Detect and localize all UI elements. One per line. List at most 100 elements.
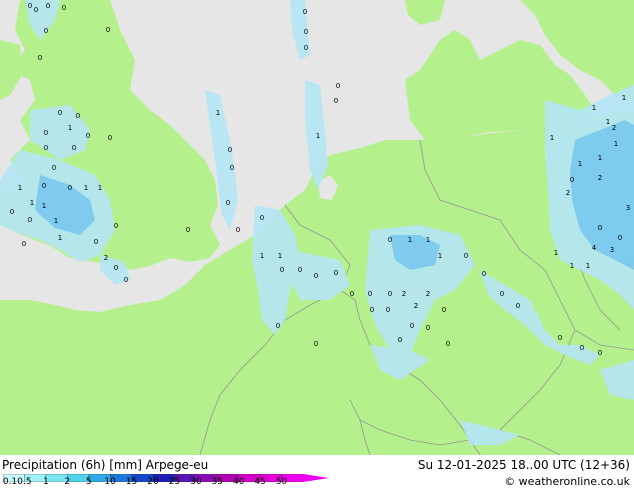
rain-value-label: 1 (598, 154, 602, 162)
rain-value-label: 1 (586, 262, 590, 270)
rain-value-label: 0 (260, 214, 264, 222)
rain-value-label: 0 (108, 134, 112, 142)
rain-value-label: 0 (44, 144, 48, 152)
rain-value-label: 1 (54, 217, 58, 225)
rain-value-label: 0 (398, 336, 402, 344)
rain-value-label: 0 (334, 97, 338, 105)
legend-tick-label: 40 (232, 477, 245, 487)
copyright: © weatheronline.co.uk (504, 475, 630, 488)
rain-value-label: 0 (598, 224, 602, 232)
rain-value-label: 1 (316, 132, 320, 140)
rain-value-label: 1 (278, 252, 282, 260)
rain-value-label: 0 (44, 129, 48, 137)
rain-value-label: 2 (104, 254, 108, 262)
legend-tick-label: 10 (104, 477, 116, 487)
rain-value-label: 1 (42, 202, 46, 210)
rain-value-label: 1 (260, 252, 264, 260)
rain-value-label: 0 (336, 82, 340, 90)
rain-value-label: 0 (482, 270, 486, 278)
legend-tick-label: 25 (168, 477, 181, 487)
rain-value-label: 1 (98, 184, 102, 192)
rain-value-label: 0 (388, 236, 392, 244)
map-footer: Precipitation (6h) [mm] Arpege-eu Su 12-… (0, 455, 634, 490)
rain-value-label: 0 (386, 306, 390, 314)
rain-value-label: 0 (370, 306, 374, 314)
rain-value-label: 0 (442, 306, 446, 314)
rain-value-label: 0 (28, 216, 32, 224)
rain-value-label: 0 (114, 222, 118, 230)
rain-value-label: 0 (303, 8, 307, 16)
rain-value-label: 0 (446, 340, 450, 348)
rain-value-label: 0 (106, 26, 110, 34)
legend-tick-label: 35 (211, 477, 224, 487)
rain-value-label: 0 (46, 2, 50, 10)
rain-value-label: 1 (18, 184, 22, 192)
rain-value-label: 0 (186, 226, 190, 234)
rain-value-label: 0 (280, 266, 284, 274)
rain-value-label: 1 (570, 262, 574, 270)
rain-value-label: 2 (598, 174, 602, 182)
rain-value-label: 1 (614, 140, 618, 148)
rain-value-label: 0 (236, 226, 240, 234)
rain-value-label: 1 (68, 124, 72, 132)
rain-value-label: 0 (516, 302, 520, 310)
rain-value-label: 1 (550, 134, 554, 142)
rain-value-label: 0 (314, 340, 318, 348)
rain-value-label: 0 (226, 199, 230, 207)
rain-value-label: 1 (408, 236, 412, 244)
rain-value-label: 0 (86, 132, 90, 140)
rain-value-label: 0 (558, 334, 562, 342)
rain-value-label: 0 (426, 324, 430, 332)
rain-value-label: 0 (598, 349, 602, 357)
rain-value-label: 1 (554, 249, 558, 257)
rain-value-label: 1 (426, 236, 430, 244)
rain-value-label: 0 (350, 290, 354, 298)
legend-tick-label: 20 (147, 477, 159, 487)
legend-tick-label: 0.1 (2, 477, 18, 487)
rain-value-label: 2 (566, 189, 570, 197)
rain-value-label: 0 (34, 6, 38, 14)
rain-value-label: 0 (72, 144, 76, 152)
rain-value-label: 2 (612, 124, 616, 132)
rain-value-label: 2 (402, 290, 406, 298)
rain-value-label: 0 (94, 238, 98, 246)
rain-value-label: 2 (414, 302, 418, 310)
rain-value-label: 0 (62, 4, 66, 12)
rain-value-label: 0 (44, 27, 48, 35)
rain-value-label: 0 (618, 234, 622, 242)
rain-value-label: 0 (298, 266, 302, 274)
rain-value-label: 0 (314, 272, 318, 280)
rain-value-label: 0 (304, 28, 308, 36)
legend-tick-label: 15 (125, 477, 138, 487)
precipitation-legend-ticks: 0.1 0.5 1 2 5 10 15 20 25 30 35 40 45 50 (0, 477, 330, 489)
rain-value-label: 1 (622, 94, 626, 102)
rain-value-label: 1 (84, 184, 88, 192)
rain-value-label: 0 (58, 109, 62, 117)
legend-tick-label: 0.5 (17, 477, 32, 487)
rain-value-label: 0 (52, 164, 56, 172)
legend-tick-label: 30 (190, 477, 202, 487)
rain-value-label: 0 (10, 208, 14, 216)
rain-value-label: 1 (578, 160, 582, 168)
rain-value-label: 4 (592, 244, 597, 252)
rain-value-label: 0 (580, 344, 584, 352)
rain-value-label: 0 (368, 290, 372, 298)
precipitation-map: 0 0 0000 00 0 00000 00000011111 111 111 11 1122222… (0, 0, 634, 455)
rain-value-label: 0 (124, 276, 128, 284)
legend-tick-label: 2 (64, 477, 71, 487)
rain-value-label: 0 (228, 146, 232, 154)
legend-tick-label: 5 (85, 477, 92, 487)
rain-value-label: 1 (216, 109, 220, 117)
rain-value-label: 0 (304, 44, 308, 52)
rain-value-label: 0 (76, 112, 80, 120)
rain-value-label: 1 (592, 104, 596, 112)
rain-value-label: 1 (438, 252, 442, 260)
rain-value-label: 3 (626, 204, 630, 212)
legend-tick-label: 45 (254, 477, 266, 487)
rain-value-label: 0 (114, 264, 118, 272)
rain-value-label: 0 (28, 2, 32, 10)
legend-tick-label: 1 (42, 477, 49, 487)
rain-value-label: 0 (570, 176, 574, 184)
rain-value-label: 2 (426, 290, 430, 298)
valid-time: Su 12-01-2025 18..00 UTC (12+36) (417, 458, 630, 472)
